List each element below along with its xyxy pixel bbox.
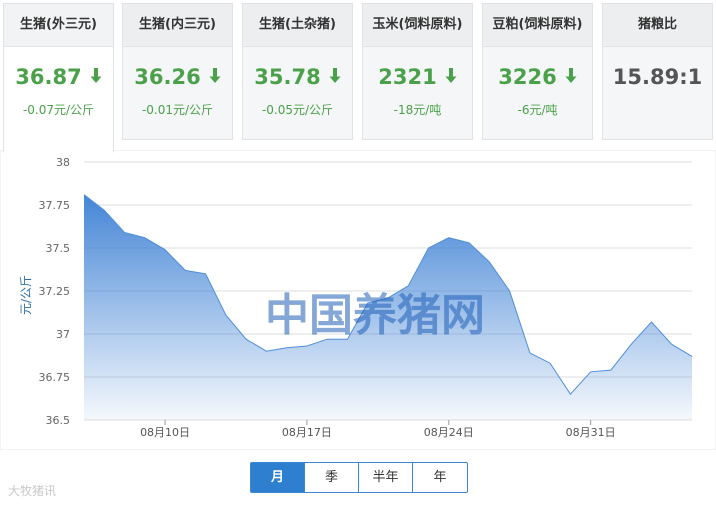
card-change: -0.01元/公斤 [141,103,214,117]
period-year-button[interactable]: 年 [413,463,467,492]
x-tick-label: 08月24日 [424,426,474,439]
period-halfyear-button[interactable]: 半年 [359,463,413,492]
card-title: 生猪(土杂猪) [243,4,352,47]
x-tick-label: 08月10日 [140,426,190,439]
price-cards: 生猪(外三元) 36.87 -0.07元/公斤 生猪(内三元) 36.26 -0… [0,0,716,153]
card-change: -18元/吨 [393,103,442,117]
card-title: 生猪(内三元) [123,4,232,47]
card-title: 玉米(饲料原料) [363,4,472,47]
card-title: 豆粕(饲料原料) [483,4,592,47]
y-tick-label: 37.25 [39,285,71,298]
card-change: -0.05元/公斤 [261,103,334,117]
arrow-down-icon [209,67,221,88]
y-tick-label: 37.75 [39,199,71,212]
arrow-down-icon [90,67,102,88]
card-change: -0.07元/公斤 [22,103,95,117]
price-chart: 36.5 36.75 37 37.25 37.5 37.75 38 08月10日 08月17日… [0,149,716,451]
card-corn[interactable]: 玉米(饲料原料) 2321 -18元/吨 [362,3,473,140]
card-soymeal[interactable]: 豆粕(饲料原料) 3226 -6元/吨 [482,3,593,140]
period-selector: 月 季 半年 年 [250,462,468,493]
chart-watermark: 中国养猪网 [265,290,485,341]
arrow-down-icon [445,67,457,88]
y-tick-label: 37.5 [46,242,71,255]
card-pig-inner[interactable]: 生猪(内三元) 36.26 -0.01元/公斤 [122,3,233,140]
period-month-button[interactable]: 月 [251,463,305,492]
card-pig-outer[interactable]: 生猪(外三元) 36.87 -0.07元/公斤 [3,3,114,153]
card-pig-grain-ratio[interactable]: 猪粮比 15.89:1 [602,3,713,140]
y-tick-label: 37 [56,328,70,341]
period-quarter-button[interactable]: 季 [305,463,359,492]
x-tick-label: 08月31日 [566,426,616,439]
card-value: 35.78 [254,65,321,89]
card-title: 猪粮比 [603,4,712,47]
arrow-down-icon [329,67,341,88]
y-tick-label: 38 [56,156,70,169]
card-value: 2321 [378,65,437,89]
card-pig-local[interactable]: 生猪(土杂猪) 35.78 -0.05元/公斤 [242,3,353,140]
y-axis-label: 元/公斤 [19,275,33,315]
x-tick-label: 08月17日 [282,426,332,439]
card-title: 生猪(外三元) [4,4,113,47]
card-value: 3226 [498,65,557,89]
price-chart-svg: 36.5 36.75 37 37.25 37.5 37.75 38 08月10日 08月17日… [0,149,716,451]
card-change: -6元/吨 [517,103,558,117]
y-tick-label: 36.5 [46,414,71,427]
ratio-value: 15.89:1 [612,65,703,89]
source-watermark: 大牧猪讯 [8,484,57,498]
arrow-down-icon [565,67,577,88]
y-tick-label: 36.75 [39,371,71,384]
card-value: 36.87 [15,65,82,89]
card-value: 36.26 [134,65,201,89]
